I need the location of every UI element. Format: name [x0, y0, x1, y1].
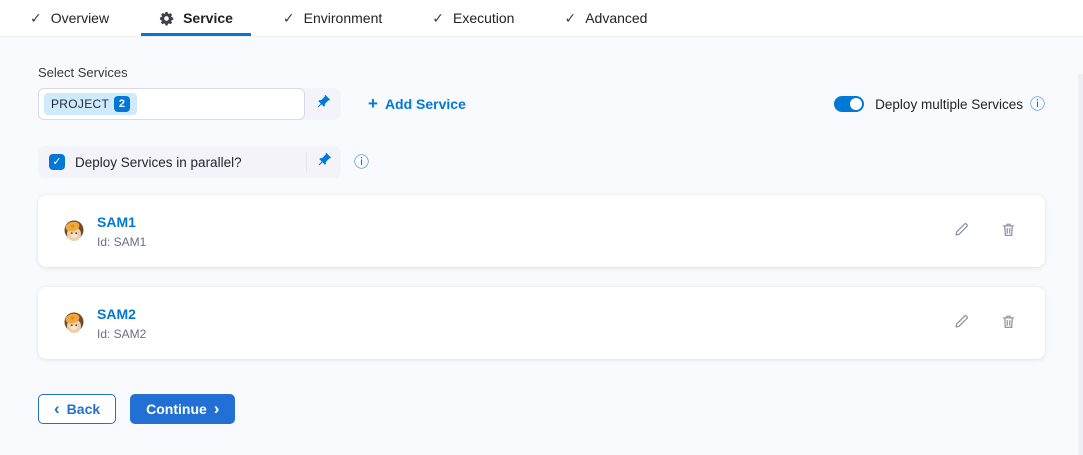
tab-service[interactable]: Service: [141, 0, 251, 36]
services-multiselect-group: PROJECT 2: [38, 88, 341, 120]
service-id: Id: SAM1: [97, 235, 146, 249]
trash-icon: [1000, 313, 1017, 333]
check-icon: ✓: [283, 11, 295, 25]
add-service-label: Add Service: [385, 96, 466, 112]
pin-icon: [315, 94, 331, 115]
multiselect-pin-button[interactable]: [305, 88, 341, 120]
tab-execution[interactable]: ✓ Execution: [414, 0, 532, 36]
tab-label: Service: [183, 10, 233, 26]
edit-service-button[interactable]: [951, 311, 972, 335]
pin-icon: [316, 152, 332, 173]
tab-overview[interactable]: ✓ Overview: [12, 0, 127, 36]
back-button[interactable]: ‹ Back: [38, 394, 116, 424]
select-services-label: Select Services: [38, 65, 1045, 80]
service-name-link[interactable]: SAM2: [97, 306, 136, 322]
service-name-link[interactable]: SAM1: [97, 214, 136, 230]
service-card-sam1: SAM1 Id: SAM1: [38, 195, 1045, 267]
service-config-panel: Select Services PROJECT 2 + Add Service: [0, 37, 1083, 455]
edit-service-button[interactable]: [951, 219, 972, 243]
pencil-icon: [953, 221, 970, 241]
pencil-icon: [953, 313, 970, 333]
stage-stepper-tabbar: ✓ Overview Service ✓ Environment ✓ Execu…: [0, 0, 1083, 37]
project-tag-count-badge: 2: [114, 96, 130, 112]
parallel-checkbox[interactable]: ✓: [49, 154, 65, 170]
service-avatar: [60, 309, 88, 337]
services-multiselect-input[interactable]: PROJECT 2: [38, 88, 305, 120]
project-tag-label: PROJECT: [51, 97, 109, 111]
parallel-checkbox-label: Deploy Services in parallel?: [75, 155, 242, 170]
project-tag-chip[interactable]: PROJECT 2: [44, 93, 137, 115]
chevron-right-icon: ›: [214, 400, 220, 417]
continue-button[interactable]: Continue ›: [130, 394, 235, 424]
gear-icon: [159, 11, 174, 26]
deploy-multiple-info-icon[interactable]: ⓘ: [1030, 97, 1045, 112]
trash-icon: [1000, 221, 1017, 241]
check-icon: ✓: [432, 11, 444, 25]
parallel-pin-button[interactable]: [307, 146, 341, 178]
service-card-sam2: SAM2 Id: SAM2: [38, 287, 1045, 359]
panel-right-edge: [1078, 74, 1083, 455]
delete-service-button[interactable]: [998, 311, 1019, 335]
parallel-checkbox-strip: ✓ Deploy Services in parallel?: [38, 146, 341, 178]
tab-label: Execution: [453, 10, 514, 26]
check-icon: ✓: [30, 11, 42, 25]
tab-advanced[interactable]: ✓ Advanced: [546, 0, 665, 36]
check-icon: ✓: [564, 11, 576, 25]
tab-label: Overview: [51, 10, 109, 26]
service-id: Id: SAM2: [97, 327, 146, 341]
tab-label: Advanced: [585, 10, 647, 26]
chevron-left-icon: ‹: [54, 400, 60, 417]
toggle-knob: [850, 98, 862, 110]
back-button-label: Back: [67, 401, 100, 417]
check-icon: ✓: [52, 157, 61, 168]
tab-environment[interactable]: ✓ Environment: [265, 0, 400, 36]
plus-icon: +: [368, 95, 378, 112]
deploy-multiple-label: Deploy multiple Services: [875, 97, 1023, 112]
continue-button-label: Continue: [146, 401, 207, 417]
parallel-info-icon[interactable]: ⓘ: [354, 155, 369, 170]
deploy-multiple-toggle[interactable]: [834, 96, 864, 112]
tab-label: Environment: [304, 10, 383, 26]
service-avatar: [60, 217, 88, 245]
add-service-button[interactable]: + Add Service: [368, 96, 466, 112]
delete-service-button[interactable]: [998, 219, 1019, 243]
